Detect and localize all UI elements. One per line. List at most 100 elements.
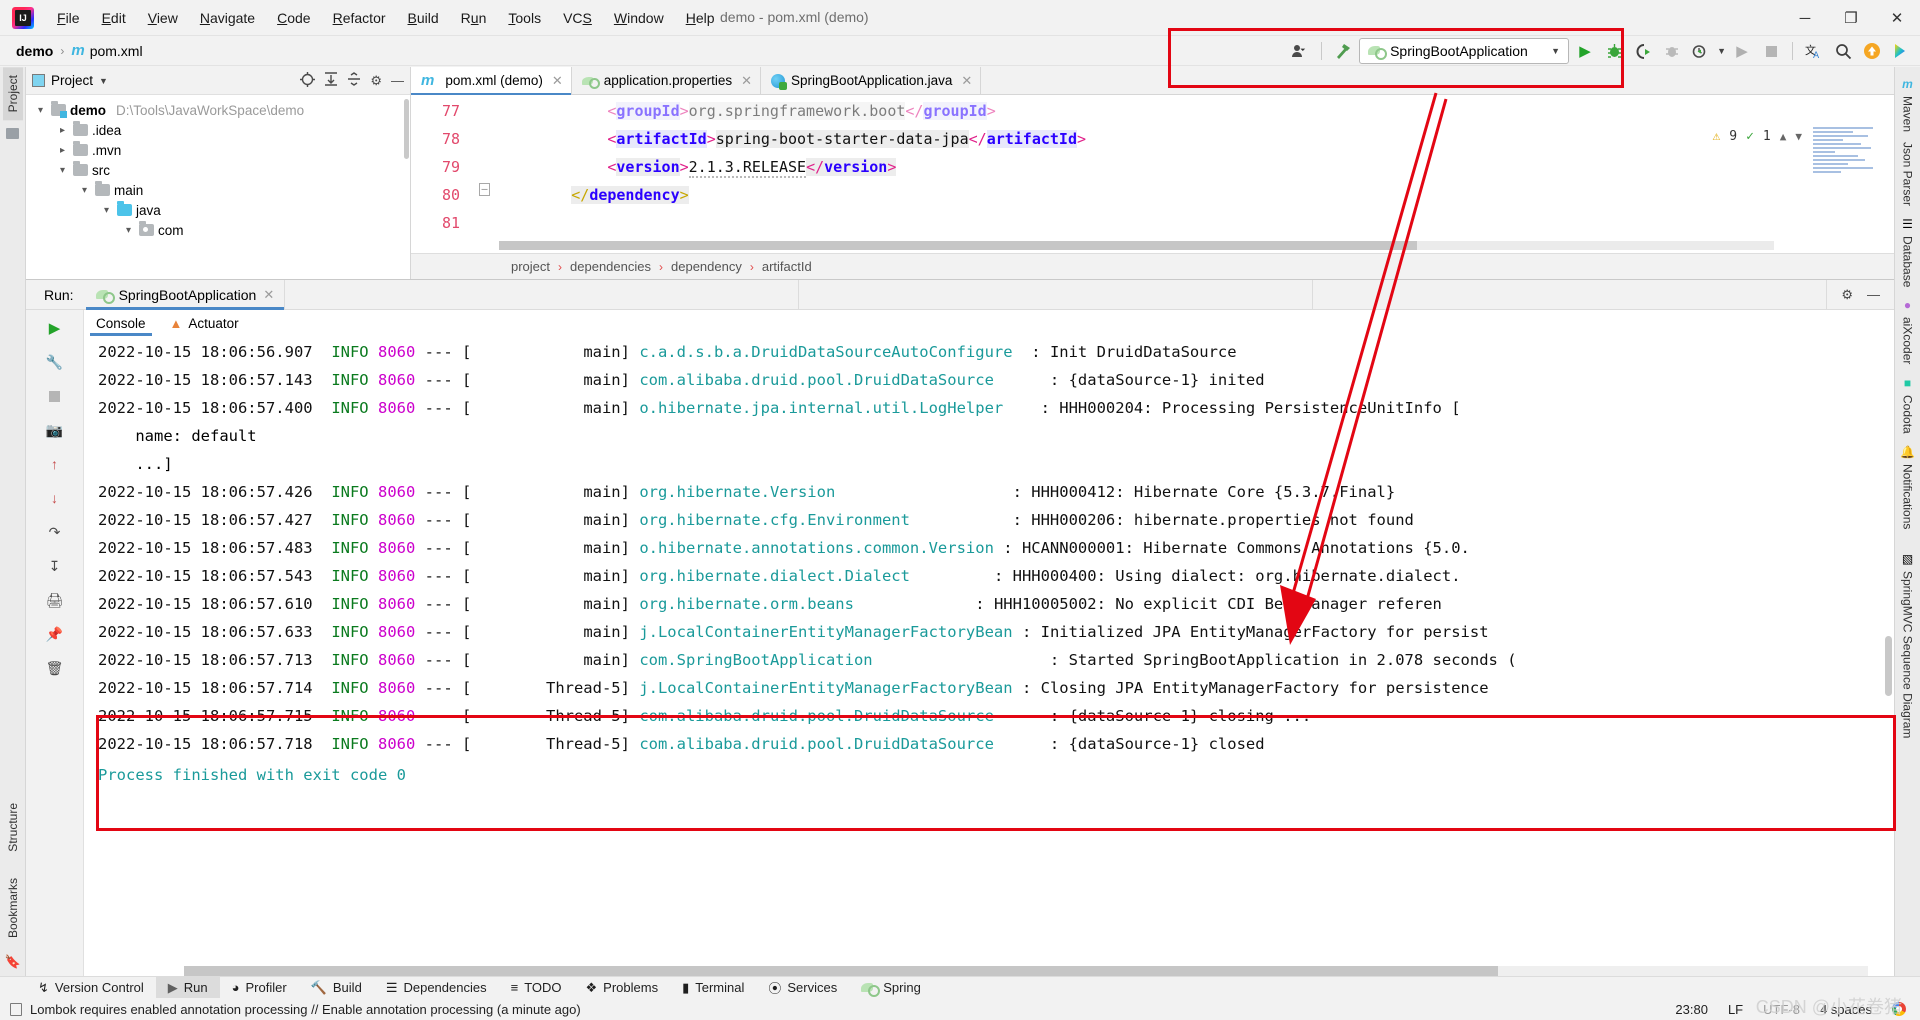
tree-item-com[interactable]: ▾ com [26,220,410,240]
debug-icon[interactable] [1601,38,1627,64]
menu-tools[interactable]: Tools [497,6,552,30]
menu-run[interactable]: Run [450,6,498,30]
run-configuration-selector[interactable]: SpringBootApplication ▼ [1359,38,1570,64]
locate-icon[interactable] [300,71,316,90]
menu-edit[interactable]: Edit [91,6,137,30]
status-item-todo[interactable]: ≡ TODO [499,977,574,999]
run-with-coverage-icon[interactable] [1630,38,1656,64]
chevron-down-icon[interactable]: ▾ [122,225,135,236]
idea-assistant-icon[interactable] [1888,38,1914,64]
project-folder-icon[interactable] [6,128,19,140]
editor-breadcrumbs[interactable]: project › dependencies › dependency › ar… [411,253,1894,279]
close-icon[interactable]: ✕ [552,73,563,89]
hide-icon[interactable]: — [1867,287,1880,302]
browser-icon[interactable] [1892,1002,1906,1016]
sidebar-item-json-parser[interactable]: Json Parser [1898,137,1918,211]
sidebar-item-structure[interactable]: Structure [3,795,23,860]
status-item-profiler[interactable]: ◕ Profiler [220,977,299,999]
menu-code[interactable]: Code [266,6,321,30]
close-icon[interactable]: ✕ [741,73,752,89]
status-item-spring[interactable]: Spring [849,977,933,999]
sidebar-item-notifications[interactable]: Notifications [1898,459,1918,534]
menu-build[interactable]: Build [397,6,450,30]
status-item-build[interactable]: 🔨 Build [299,977,374,999]
status-item-version-control[interactable]: ↯ Version Control [26,977,156,999]
status-item-services[interactable]: ⦿ Services [756,977,849,999]
breadcrumb-artifactid[interactable]: artifactId [762,259,812,274]
minimize-button[interactable]: ─ [1782,0,1828,36]
run-dashboard-icon[interactable] [1688,38,1714,64]
close-button[interactable]: ✕ [1874,0,1920,36]
update-icon[interactable] [1859,38,1885,64]
menu-file[interactable]: File [46,6,91,30]
rerun-gray-icon[interactable]: ▶ [1729,38,1755,64]
chevron-down-icon[interactable]: ▾ [78,185,91,196]
soft-wrap-icon[interactable]: ↷ [43,520,67,544]
menu-bar[interactable]: File Edit View Navigate Code Refactor Bu… [46,6,726,30]
run-toolbar[interactable]: SpringBootApplication ▼ ▶ ▼ ▶ 文A [1287,32,1914,70]
tab-application-properties[interactable]: application.properties ✕ [571,67,762,94]
menu-view[interactable]: View [137,6,189,30]
hide-icon[interactable]: — [391,73,404,88]
tree-item-main[interactable]: ▾ main [26,180,410,200]
indent-setting[interactable]: 4 spaces [1820,1002,1872,1017]
settings-gear-icon[interactable]: ⚙ [1841,287,1853,303]
tree-item-demo[interactable]: ▾ demo D:\Tools\JavaWorkSpace\demo [26,100,410,120]
project-tree-scrollbar[interactable] [404,99,409,159]
console-vertical-scrollbar[interactable] [1885,636,1892,696]
tree-item-mvn[interactable]: ▸ .mvn [26,140,410,160]
caret-position[interactable]: 23:80 [1675,1002,1708,1017]
camera-icon[interactable]: 📷 [43,418,67,442]
console-output[interactable]: 2022-10-15 18:06:56.907 INFO 8060 --- [ … [84,336,1894,978]
sidebar-item-project[interactable]: Project [2,67,23,121]
down-arrow-icon[interactable]: ↓ [43,486,67,510]
menu-refactor[interactable]: Refactor [322,6,397,30]
navbar-file[interactable]: pom.xml [90,43,143,59]
expand-all-icon[interactable] [324,72,338,89]
inspection-widget[interactable]: ⚠ 9 ✓ 1 ▲ ▼ [1712,129,1802,144]
left-tool-strip[interactable]: Project Structure Bookmarks 🔖 [0,67,26,978]
user-dropdown-icon[interactable] [1287,38,1313,64]
maximize-button[interactable]: ❐ [1828,0,1874,36]
status-item-problems[interactable]: ❖ Problems [574,977,671,999]
tool-window-bar[interactable]: ↯ Version Control ▶ Run ◕ Profiler 🔨 Build ☰… [0,976,1920,999]
navbar-project[interactable]: demo [16,43,53,59]
menu-vcs[interactable]: VCS [552,6,603,30]
menu-window[interactable]: Window [603,6,675,30]
run-icon[interactable]: ▶ [1572,38,1598,64]
chevron-down-icon[interactable]: ▼ [1795,130,1802,143]
up-arrow-icon[interactable]: ↑ [43,452,67,476]
project-tree[interactable]: ▾ demo D:\Tools\JavaWorkSpace\demo ▸ .id… [26,95,410,279]
stop-icon[interactable] [1758,38,1784,64]
tree-item-src[interactable]: ▾ src [26,160,410,180]
code-editor[interactable]: 77 78 79 80 81 – <groupId>org.springfram… [411,95,1894,253]
editor-tabs[interactable]: m pom.xml (demo) ✕ application.propertie… [411,67,1894,95]
collapse-all-icon[interactable] [347,72,361,89]
tree-item-idea[interactable]: ▸ .idea [26,120,410,140]
tab-console[interactable]: Console [84,310,158,336]
chevron-down-icon[interactable]: ▼ [1551,46,1560,56]
tree-item-java[interactable]: ▾ java [26,200,410,220]
tab-springbootapplication-java[interactable]: SpringBootApplication.java ✕ [761,67,982,94]
line-separator[interactable]: LF [1728,1002,1743,1017]
pin-icon[interactable]: 📌 [43,622,67,646]
chevron-up-icon[interactable]: ▲ [1780,130,1787,143]
sidebar-item-database[interactable]: Database [1898,231,1918,292]
rerun-icon[interactable]: ▶ [43,316,67,340]
sidebar-item-bookmarks[interactable]: Bookmarks [3,870,23,946]
sidebar-item-maven[interactable]: Maven [1898,91,1918,137]
sidebar-item-springmvc-sequence-diagram[interactable]: SpringMVC Sequence Diagram [1898,566,1918,743]
wrench-icon[interactable]: 🔧 [43,350,67,374]
chevron-down-icon[interactable]: ▾ [56,165,69,176]
right-tool-strip[interactable]: m Maven Json Parser ☰ Database ● aiXcode… [1894,67,1920,978]
console-subtabs[interactable]: Console ▲ Actuator [84,310,1894,336]
sidebar-item-aixcoder[interactable]: aiXcoder [1898,312,1918,369]
chevron-down-icon[interactable]: ▾ [34,105,47,116]
fold-marker-icon[interactable]: – [479,183,490,196]
code-folding-gutter[interactable]: – [469,95,499,253]
breadcrumb-dependency[interactable]: dependency [671,259,742,274]
console-toolbar[interactable]: ▶ 🔧 📷 ↑ ↓ ↷ ↧ 🖨 📌 🗑 [26,310,84,978]
status-item-terminal[interactable]: ▮ Terminal [670,977,756,999]
tab-actuator[interactable]: ▲ Actuator [158,310,251,336]
dashboard-chevron-down-icon[interactable]: ▼ [1717,46,1726,56]
